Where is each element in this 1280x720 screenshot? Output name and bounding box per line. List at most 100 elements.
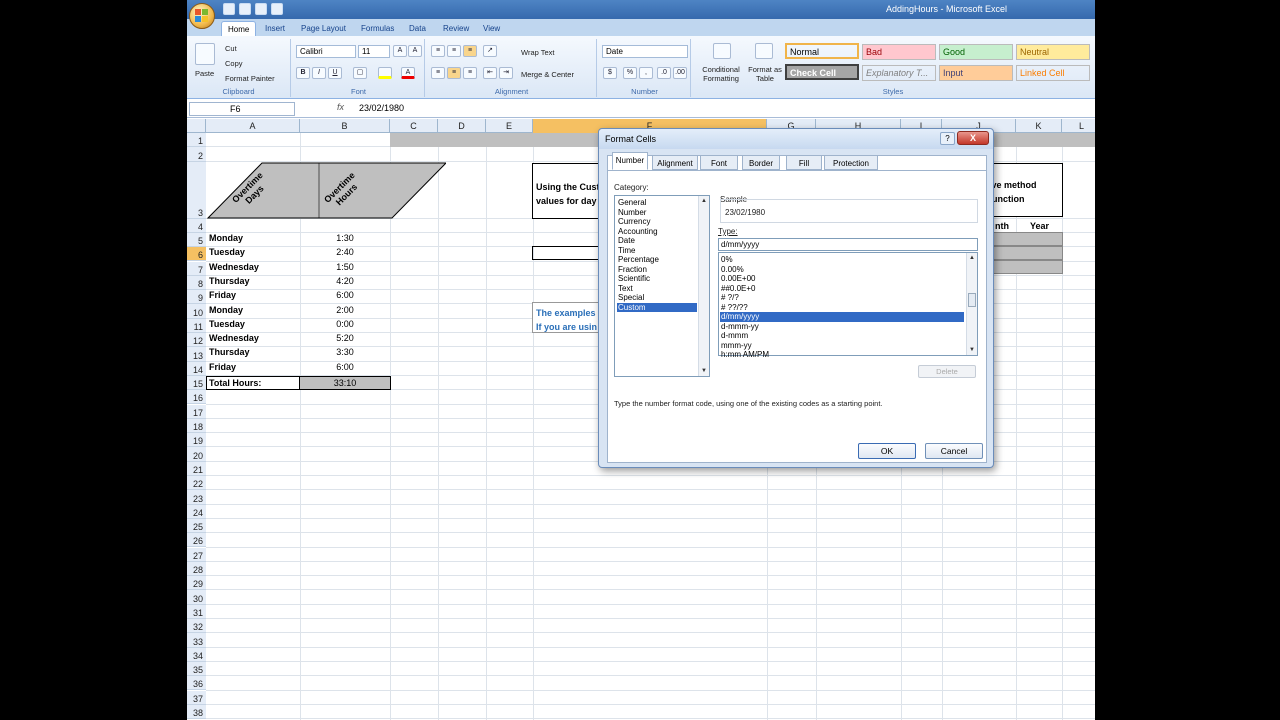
row-header[interactable]: 4 bbox=[187, 218, 206, 233]
align-bottom-icon[interactable]: ≡ bbox=[463, 45, 477, 57]
copy-button[interactable]: Copy bbox=[225, 59, 243, 68]
align-center-icon[interactable]: ≡ bbox=[447, 67, 461, 79]
tab-border[interactable]: Border bbox=[742, 155, 780, 170]
category-item[interactable]: Text bbox=[617, 284, 697, 293]
row-header[interactable]: 13 bbox=[187, 347, 206, 362]
day-cell[interactable]: Friday bbox=[209, 290, 299, 300]
font-name-dropdown[interactable]: Calibri bbox=[296, 45, 356, 58]
delete-button[interactable]: Delete bbox=[918, 365, 976, 378]
currency-button[interactable]: $ bbox=[603, 67, 617, 79]
type-item[interactable]: # ??/?? bbox=[720, 303, 964, 313]
type-scrollbar[interactable]: ▲ ▼ bbox=[966, 253, 977, 355]
category-list[interactable]: ▲ ▼ General Number Currency Accounting Date T… bbox=[614, 195, 710, 377]
type-item[interactable]: d/mm/yyyy bbox=[720, 312, 964, 322]
type-item[interactable]: d-mmm-yy bbox=[720, 322, 964, 332]
decrease-decimal-icon[interactable]: .00 bbox=[673, 67, 687, 79]
right-gray-cells-row5[interactable] bbox=[987, 232, 1063, 246]
day-cell[interactable]: Monday bbox=[209, 233, 299, 243]
row-header[interactable]: 38 bbox=[187, 704, 206, 720]
row-header[interactable]: 27 bbox=[187, 547, 206, 562]
font-color-icon[interactable]: A bbox=[401, 67, 415, 79]
select-all-corner[interactable] bbox=[187, 119, 206, 133]
category-item[interactable]: Date bbox=[617, 236, 697, 245]
hours-cell[interactable]: 1:50 bbox=[300, 262, 390, 272]
category-item[interactable]: Accounting bbox=[617, 227, 697, 236]
tab-insert[interactable]: Insert bbox=[259, 21, 291, 36]
row-header[interactable]: 34 bbox=[187, 647, 206, 662]
column-header[interactable]: C bbox=[390, 119, 438, 133]
row-header[interactable]: 30 bbox=[187, 590, 206, 605]
style-linked-cell[interactable]: Linked Cell bbox=[1016, 65, 1090, 81]
style-normal[interactable]: Normal bbox=[785, 43, 859, 59]
row-header[interactable]: 25 bbox=[187, 518, 206, 534]
day-cell[interactable]: Thursday bbox=[209, 347, 299, 357]
row-header[interactable]: 26 bbox=[187, 533, 206, 548]
increase-indent-icon[interactable]: ⇥ bbox=[499, 67, 513, 79]
category-item[interactable]: Time bbox=[617, 246, 697, 255]
type-list[interactable]: ▲ ▼ 0% 0.00% 0.00E+00 ##0.0E+0 # ?/? # ??/?? d… bbox=[718, 252, 978, 359]
number-format-dropdown[interactable]: Date bbox=[602, 45, 688, 58]
scroll-thumb[interactable] bbox=[968, 293, 976, 307]
row-header[interactable]: 14 bbox=[187, 361, 206, 376]
category-item[interactable]: Custom bbox=[617, 302, 697, 312]
hours-cell[interactable]: 4:20 bbox=[300, 276, 390, 286]
category-item[interactable]: Currency bbox=[617, 217, 697, 226]
fill-color-icon[interactable] bbox=[378, 67, 392, 79]
comma-button[interactable]: , bbox=[639, 67, 653, 79]
right-gray-cells-row7[interactable] bbox=[987, 260, 1063, 274]
style-neutral[interactable]: Neutral bbox=[1016, 44, 1090, 60]
row-header[interactable]: 2 bbox=[187, 147, 206, 162]
row-header[interactable]: 32 bbox=[187, 619, 206, 634]
orientation-icon[interactable]: ↗ bbox=[483, 45, 497, 57]
row-header[interactable]: 36 bbox=[187, 676, 206, 691]
ok-button[interactable]: OK bbox=[858, 443, 916, 459]
bold-button[interactable]: B bbox=[296, 67, 310, 79]
format-painter-button[interactable]: Format Painter bbox=[225, 74, 275, 83]
name-box[interactable]: F6 bbox=[189, 102, 295, 116]
row-header[interactable]: 20 bbox=[187, 447, 206, 462]
column-header[interactable]: A bbox=[206, 119, 300, 133]
tab-alignment[interactable]: Alignment bbox=[652, 155, 698, 170]
total-label[interactable]: Total Hours: bbox=[206, 376, 300, 390]
row-header[interactable]: 3 bbox=[187, 161, 206, 219]
paste-button[interactable]: Paste bbox=[195, 69, 214, 78]
type-item[interactable]: ##0.0E+0 bbox=[720, 284, 964, 294]
format-as-table-button[interactable]: Format as Table bbox=[747, 65, 783, 83]
type-item[interactable]: mmm-yy bbox=[720, 341, 964, 351]
tab-number[interactable]: Number bbox=[612, 152, 648, 170]
tab-font[interactable]: Font bbox=[700, 155, 738, 170]
day-cell[interactable]: Thursday bbox=[209, 276, 299, 286]
style-bad[interactable]: Bad bbox=[862, 44, 936, 60]
hours-cell[interactable]: 6:00 bbox=[300, 290, 390, 300]
merge-center-button[interactable]: Merge & Center bbox=[521, 70, 574, 79]
hours-cell[interactable]: 2:40 bbox=[300, 247, 390, 257]
hours-cell[interactable]: 1:30 bbox=[300, 233, 390, 243]
align-top-icon[interactable]: ≡ bbox=[431, 45, 445, 57]
font-size-dropdown[interactable]: 11 bbox=[358, 45, 390, 58]
row-header[interactable]: 31 bbox=[187, 604, 206, 619]
type-item[interactable]: d-mmm bbox=[720, 331, 964, 341]
day-cell[interactable]: Wednesday bbox=[209, 333, 299, 343]
row-header[interactable]: 12 bbox=[187, 333, 206, 348]
undo-icon[interactable] bbox=[239, 3, 251, 15]
tab-formulas[interactable]: Formulas bbox=[355, 21, 400, 36]
customize-qat-icon[interactable] bbox=[271, 3, 283, 15]
row-header[interactable]: 16 bbox=[187, 390, 206, 405]
type-input[interactable]: d/mm/yyyy bbox=[718, 238, 978, 251]
category-item[interactable]: Number bbox=[617, 208, 697, 217]
style-check-cell[interactable]: Check Cell bbox=[785, 64, 859, 80]
style-good[interactable]: Good bbox=[939, 44, 1013, 60]
category-item[interactable]: Percentage bbox=[617, 255, 697, 264]
row-header[interactable]: 11 bbox=[187, 318, 206, 333]
style-explanatory[interactable]: Explanatory T... bbox=[862, 65, 936, 81]
align-right-icon[interactable]: ≡ bbox=[463, 67, 477, 79]
help-button[interactable]: ? bbox=[940, 132, 955, 145]
type-item[interactable]: h:mm AM/PM bbox=[720, 350, 964, 360]
increase-decimal-icon[interactable]: .0 bbox=[657, 67, 671, 79]
scroll-up-icon[interactable]: ▲ bbox=[701, 198, 707, 204]
align-middle-icon[interactable]: ≡ bbox=[447, 45, 461, 57]
wrap-text-button[interactable]: Wrap Text bbox=[521, 48, 555, 57]
borders-icon[interactable]: ▢ bbox=[353, 67, 367, 79]
row-header[interactable]: 6 bbox=[187, 247, 206, 262]
hours-cell[interactable]: 0:00 bbox=[300, 319, 390, 329]
